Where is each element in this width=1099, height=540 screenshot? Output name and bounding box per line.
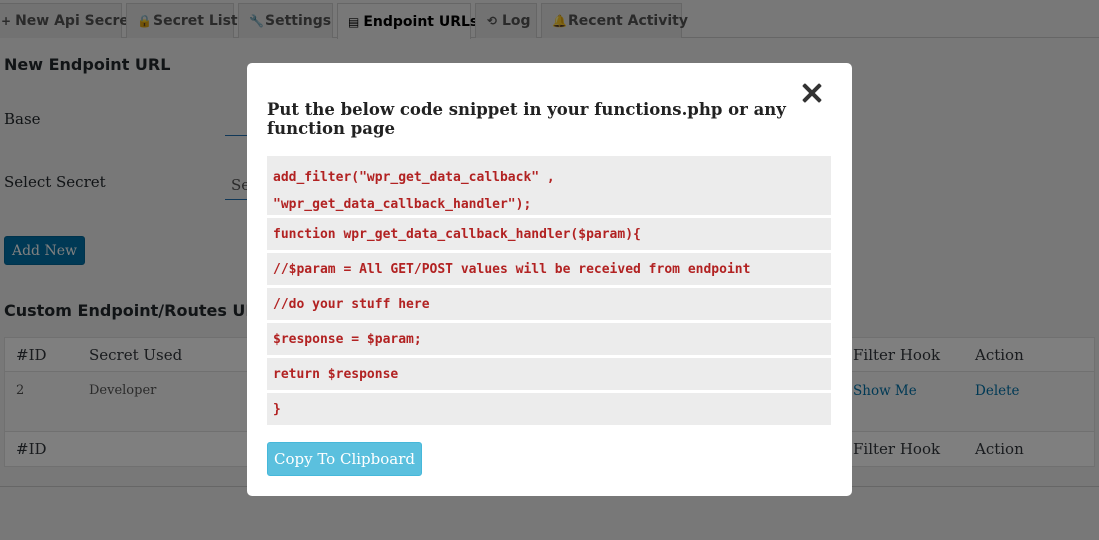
code-line: $response = $param; [267,323,831,355]
code-line: function wpr_get_data_callback_handler($… [267,218,831,250]
copy-to-clipboard-button[interactable]: Copy To Clipboard [267,442,422,476]
code-line: //$param = All GET/POST values will be r… [267,253,831,285]
code-line: add_filter("wpr_get_data_callback" , "wp… [267,156,831,215]
modal-title: Put the below code snippet in your funct… [267,100,786,138]
code-line: return $response [267,358,831,390]
code-snippet-modal: Put the below code snippet in your funct… [247,63,852,496]
code-line: //do your stuff here [267,288,831,320]
code-line: } [267,393,831,425]
